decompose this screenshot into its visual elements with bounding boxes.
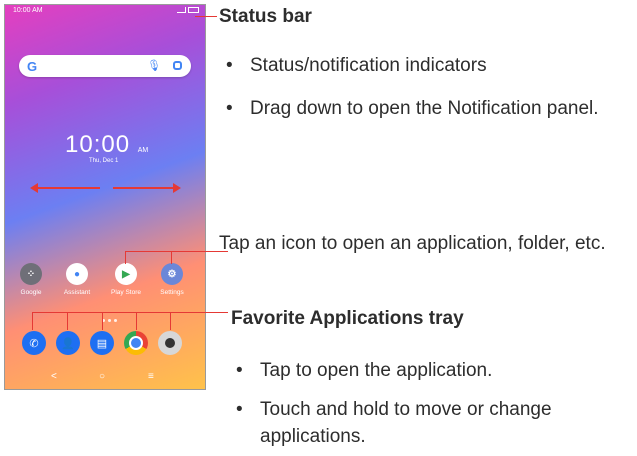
- phone-status-bar[interactable]: 10:00 AM: [5, 5, 205, 19]
- signal-icon: [177, 7, 186, 13]
- lens-icon[interactable]: [173, 61, 182, 70]
- chrome-icon[interactable]: [124, 331, 148, 355]
- clock-ampm: AM: [137, 147, 149, 154]
- favorites-heading: Favorite Applications tray: [231, 308, 464, 329]
- swipe-arrow-left-line: [37, 187, 100, 189]
- status-bar-heading: Status bar: [219, 6, 312, 27]
- swipe-arrow-left-icon: [30, 183, 38, 193]
- clock-time: 10:00: [65, 131, 131, 158]
- swipe-arrow-right-icon: [173, 183, 181, 193]
- list-item: Touch and hold to move or change applica…: [232, 396, 632, 450]
- clock-date: Thu, Dec 1: [89, 158, 119, 164]
- status-bar-callout-line: [195, 16, 217, 17]
- contacts-icon[interactable]: 👤: [56, 331, 80, 355]
- favorites-bullets: Tap to open the application. Touch and h…: [232, 357, 632, 450]
- clock-widget[interactable]: 10:00 AM: [65, 131, 148, 159]
- microphone-icon[interactable]: 🎙: [147, 59, 161, 72]
- camera-icon[interactable]: [158, 331, 182, 355]
- status-time: 10:00 AM: [13, 7, 43, 14]
- favorites-callout-line: [32, 312, 228, 313]
- search-bar[interactable]: G 🎙: [19, 55, 191, 77]
- app-callout-line: [125, 251, 228, 252]
- recents-button[interactable]: ≡: [148, 371, 154, 382]
- app-label: Google: [20, 289, 42, 296]
- app-assistant[interactable]: ● Assistant: [55, 263, 99, 296]
- settings-icon: ⚙: [161, 263, 183, 285]
- list-item: Status/notification indicators: [222, 52, 632, 79]
- google-folder-icon: ⁘: [20, 263, 42, 285]
- app-callout-vertical-line: [125, 251, 126, 264]
- favorites-callout-tick: [67, 312, 68, 330]
- app-label: Assistant: [63, 289, 91, 296]
- messages-icon[interactable]: ▤: [90, 331, 114, 355]
- app-label: Play Store: [111, 289, 141, 296]
- app-play-store[interactable]: ▶ Play Store: [104, 263, 148, 296]
- battery-icon: [188, 7, 199, 13]
- navigation-bar: < ○ ≡: [5, 367, 205, 389]
- back-button[interactable]: <: [51, 371, 57, 382]
- favorites-callout-tick: [102, 312, 103, 330]
- assistant-icon: ●: [66, 263, 88, 285]
- play-store-icon: ▶: [115, 263, 137, 285]
- favorites-callout-tick: [32, 312, 33, 330]
- status-icons: [177, 7, 199, 13]
- app-label: Settings: [160, 289, 184, 296]
- app-google[interactable]: ⁘ Google: [9, 263, 53, 296]
- app-settings[interactable]: ⚙ Settings: [150, 263, 194, 296]
- status-bar-bullets: Status/notification indicators Drag down…: [222, 52, 632, 122]
- favorites-callout-tick: [136, 312, 137, 330]
- home-button[interactable]: ○: [99, 371, 105, 382]
- list-item: Drag down to open the Notification panel…: [222, 95, 632, 122]
- swipe-arrow-right-line: [113, 187, 173, 189]
- app-callout-vertical-line: [171, 251, 172, 264]
- phone-icon[interactable]: ✆: [22, 331, 46, 355]
- page-indicator: [102, 319, 117, 322]
- list-item: Tap to open the application.: [232, 357, 632, 384]
- google-logo: G: [27, 59, 38, 74]
- favorites-callout-tick: [170, 312, 171, 330]
- phone-screenshot: 10:00 AM G 🎙 10:00 AM Thu, Dec 1 ⁘ Googl…: [4, 4, 206, 390]
- app-icon-callout: Tap an icon to open an application, fold…: [219, 233, 606, 254]
